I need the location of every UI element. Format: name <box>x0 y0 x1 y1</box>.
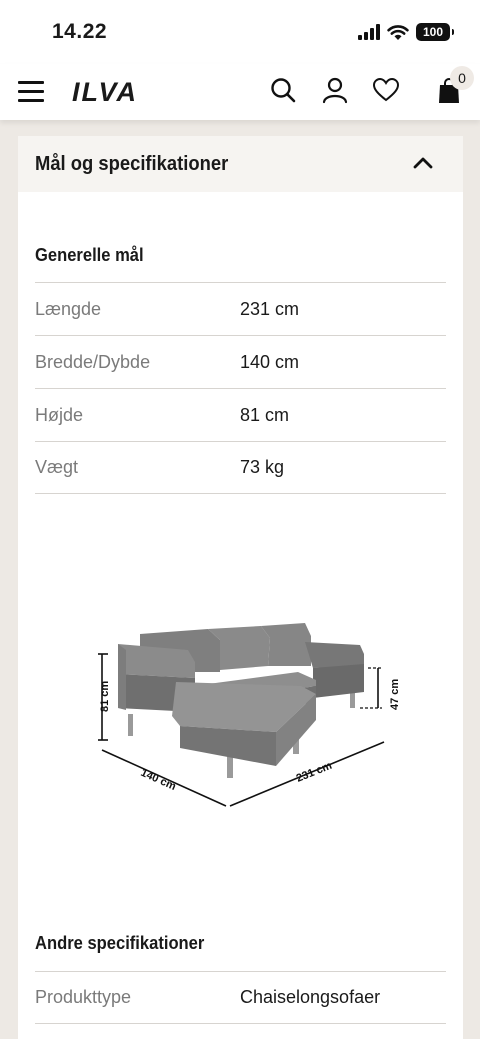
cart-count-badge: 0 <box>450 66 474 90</box>
spec-label: Højde <box>35 404 84 425</box>
chevron-up-icon[interactable] <box>413 156 433 170</box>
sofa-illustration: 81 cm 47 cm 140 cm 231 cm <box>98 623 401 807</box>
signal-icon <box>358 24 380 40</box>
spec-label: Længde <box>35 298 102 319</box>
height-dimension-label: 81 cm <box>99 681 111 712</box>
battery-icon: 100 <box>416 23 454 41</box>
spec-value: Chaiselongsofaer <box>240 987 381 1007</box>
length-dimension-label: 231 cm <box>295 760 334 785</box>
spec-value: 231 cm <box>240 298 300 319</box>
general-dimensions-table: Længde 231 cm Bredde/Dybde 140 cm Højde … <box>35 282 446 494</box>
wifi-icon <box>387 24 409 40</box>
other-specifications-title: Andre specifikationer <box>35 933 205 953</box>
account-icon[interactable] <box>320 75 350 105</box>
general-dimensions-title: Generelle mål <box>35 245 144 265</box>
spec-label: Bredde/Dybde <box>35 351 151 372</box>
status-time: 14.22 <box>52 20 108 43</box>
status-icons: 100 <box>358 20 454 44</box>
menu-icon[interactable] <box>18 81 44 103</box>
specifications-card: Mål og specifikationer Generelle mål Læn… <box>18 136 463 1039</box>
sofa-dimension-diagram: 81 cm 47 cm 140 cm 231 cm <box>98 620 401 810</box>
spec-label: Produkttype <box>35 987 132 1007</box>
accordion-title: Mål og specifikationer <box>35 153 229 175</box>
other-specifications-table: Produkttype Chaiselongsofaer <box>35 971 446 1024</box>
depth-dimension-label: 140 cm <box>139 767 178 793</box>
accordion-header[interactable]: Mål og specifikationer <box>18 136 463 192</box>
spec-row: Produkttype Chaiselongsofaer <box>35 971 446 1024</box>
spec-row: Længde 231 cm <box>35 282 446 335</box>
seat-height-dimension-label: 47 cm <box>389 679 398 710</box>
spec-value: 140 cm <box>240 351 300 372</box>
status-bar: 14.22 100 <box>0 0 480 64</box>
spec-row: Vægt 73 kg <box>35 441 446 494</box>
logo[interactable]: ILVA <box>72 77 138 108</box>
spec-label: Vægt <box>35 457 79 477</box>
search-icon[interactable] <box>268 75 298 105</box>
spec-row: Bredde/Dybde 140 cm <box>35 335 446 388</box>
spec-row: Højde 81 cm <box>35 388 446 441</box>
site-header: ILVA 0 <box>0 64 480 120</box>
spec-value: 73 kg <box>240 457 285 477</box>
spec-value: 81 cm <box>240 404 290 425</box>
wishlist-heart-icon[interactable] <box>371 75 401 105</box>
